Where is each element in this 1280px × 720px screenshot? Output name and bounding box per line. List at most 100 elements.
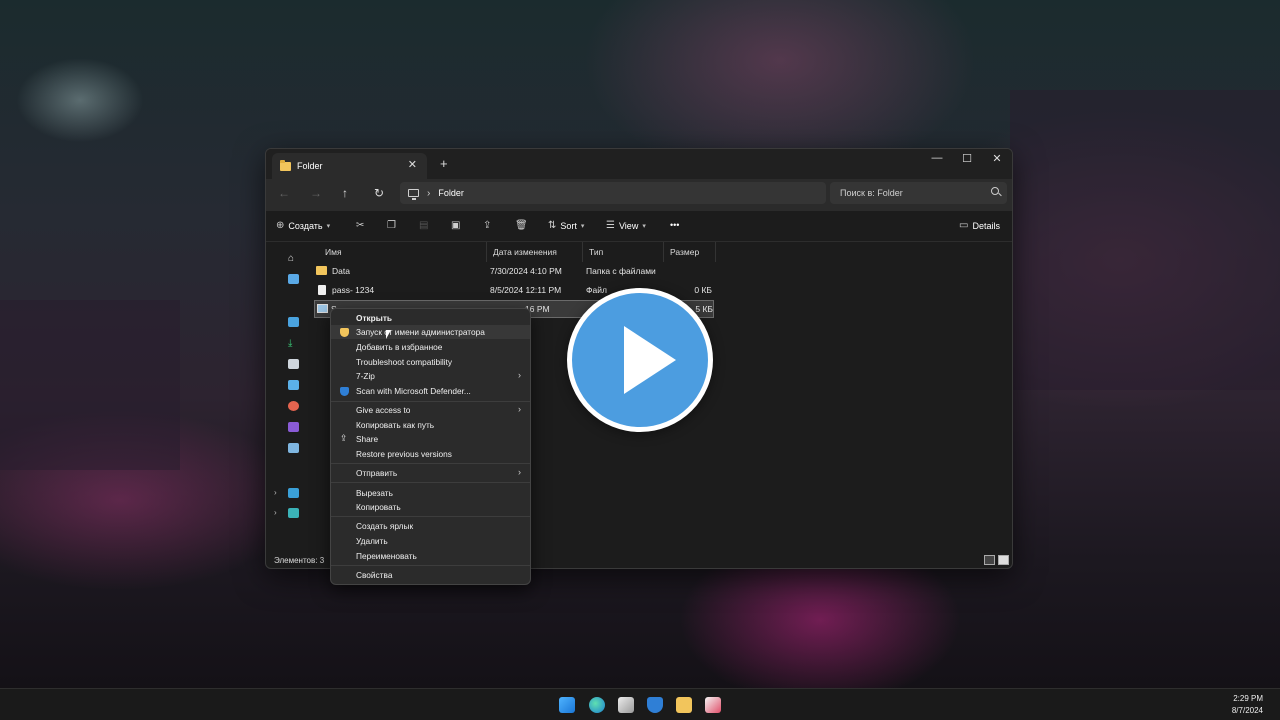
view-icon: ☰ <box>606 220 615 231</box>
tab-folder[interactable]: Folder ✕ <box>272 153 427 179</box>
menu-item-troubleshoot[interactable]: Troubleshoot compatibility <box>331 355 530 369</box>
title-bar: Folder ✕ + — ☐ ✕ <box>266 149 1012 179</box>
minimize-button[interactable]: — <box>922 152 952 164</box>
folder-icon <box>280 159 291 171</box>
navigation-bar: ← → ↑ ↻ › Folder Поиск в: Folder <box>266 179 1012 211</box>
file-size: 0 КБ <box>694 285 712 295</box>
back-button[interactable]: ← <box>278 186 290 200</box>
status-items-count: Элементов: 3 <box>274 556 325 565</box>
chevron-down-icon: ▾ <box>642 222 646 230</box>
menu-divider <box>331 463 530 464</box>
defender-icon[interactable] <box>647 697 663 713</box>
menu-item-copy-path[interactable]: Копировать как путь <box>331 418 530 432</box>
network-icon[interactable] <box>288 508 299 518</box>
rename-icon[interactable]: ▣ <box>451 220 460 231</box>
clock-date: 8/7/2024 <box>1231 706 1263 715</box>
mouse-cursor-icon <box>386 330 391 339</box>
edge-icon[interactable] <box>589 697 605 713</box>
menu-item-add-favorites[interactable]: Добавить в избранное <box>331 340 530 354</box>
tab-title: Folder <box>297 161 323 171</box>
copy-icon[interactable]: ❐ <box>387 220 396 231</box>
menu-divider <box>331 565 530 566</box>
tiles-view-toggle[interactable] <box>998 555 1009 565</box>
documents-icon[interactable] <box>288 359 299 369</box>
menu-item-delete[interactable]: Удалить <box>331 534 530 548</box>
share-icon[interactable]: ⇪ <box>483 220 491 231</box>
chevron-down-icon: ▾ <box>580 222 585 230</box>
shield-icon <box>340 328 349 337</box>
menu-item-scan-defender[interactable]: Scan with Microsoft Defender... <box>331 384 530 398</box>
command-bar: ⊕ Создать ▾ ✂ ❐ ▤ ▣ ⇪ 🗑 ⇅ Sort ▾ ☰ View … <box>266 211 1012 242</box>
videos-icon[interactable] <box>288 422 299 432</box>
forward-button[interactable]: → <box>310 186 322 200</box>
music-icon[interactable] <box>288 401 299 411</box>
menu-item-share[interactable]: ⇪ Share <box>331 432 530 446</box>
up-button[interactable]: ↑ <box>342 186 348 200</box>
gallery-icon[interactable] <box>288 274 299 284</box>
view-button[interactable]: ☰ View ▾ <box>606 220 646 231</box>
menu-item-restore-versions[interactable]: Restore previous versions <box>331 447 530 461</box>
delete-icon[interactable]: 🗑 <box>515 220 528 231</box>
desktop-icon[interactable] <box>288 317 299 327</box>
downloads-icon[interactable]: ⤓ <box>288 338 299 349</box>
breadcrumb-folder[interactable]: Folder <box>438 188 464 198</box>
menu-item-label: Troubleshoot compatibility <box>356 357 453 367</box>
windows-start-icon[interactable] <box>559 697 575 713</box>
menu-item-give-access[interactable]: Give access to › <box>331 403 530 417</box>
chevron-right-icon[interactable]: › <box>274 488 277 497</box>
address-bar[interactable]: › Folder <box>400 182 826 204</box>
close-button[interactable]: ✕ <box>982 152 1012 165</box>
tab-close-icon[interactable]: ✕ <box>408 158 417 171</box>
file-date: 7/30/2024 4:10 PM <box>490 266 562 276</box>
menu-item-label: Удалить <box>356 536 388 546</box>
paste-icon[interactable]: ▤ <box>419 220 428 231</box>
drive-icon[interactable] <box>288 443 299 453</box>
store-icon[interactable] <box>618 697 634 713</box>
menu-item-properties[interactable]: Свойства <box>331 568 530 582</box>
system-clock[interactable]: 2:29 PM 8/7/2024 <box>1232 693 1263 717</box>
chevron-right-icon[interactable]: › <box>274 508 277 517</box>
menu-item-run-as-admin[interactable]: Запуск от имени администратора <box>331 325 530 339</box>
this-pc-icon[interactable] <box>288 488 299 498</box>
menu-item-create-shortcut[interactable]: Создать ярлык <box>331 519 530 533</box>
chevron-right-icon: › <box>518 370 521 380</box>
chevron-down-icon: ▾ <box>326 222 331 230</box>
more-options-button[interactable]: ••• <box>670 220 679 230</box>
context-menu: Открыть Запуск от имени администратора Д… <box>330 308 531 585</box>
column-header-type[interactable]: Тип <box>583 242 664 262</box>
column-header-date[interactable]: Дата изменения <box>487 242 583 262</box>
table-row[interactable]: Data 7/30/2024 4:10 PM Папка с файлами <box>314 262 714 280</box>
menu-item-copy[interactable]: Копировать <box>331 500 530 514</box>
menu-item-label: Копировать <box>356 502 401 512</box>
folder-icon <box>316 266 327 275</box>
new-tab-button[interactable]: + <box>440 156 448 171</box>
column-header-size[interactable]: Размер <box>664 242 716 262</box>
menu-item-label: Вырезать <box>356 488 393 498</box>
pictures-icon[interactable] <box>288 380 299 390</box>
file-explorer-icon[interactable] <box>676 697 692 713</box>
details-button[interactable]: ▭ Details <box>959 220 1000 231</box>
create-button[interactable]: ⊕ Создать ▾ <box>276 220 330 231</box>
menu-item-send-to[interactable]: Отправить › <box>331 466 530 480</box>
clock-time: 2:29 PM <box>1233 694 1263 703</box>
sort-button[interactable]: ⇅ Sort ▾ <box>548 220 584 231</box>
menu-item-rename[interactable]: Переименовать <box>331 549 530 563</box>
exe-icon <box>317 304 328 313</box>
maximize-button[interactable]: ☐ <box>952 152 982 165</box>
chevron-right-icon: › <box>518 467 521 477</box>
sort-icon: ⇅ <box>548 220 557 231</box>
search-input[interactable]: Поиск в: Folder <box>830 182 1007 204</box>
details-view-toggle[interactable] <box>984 555 995 565</box>
menu-item-cut[interactable]: Вырезать <box>331 486 530 500</box>
home-icon[interactable]: ⌂ <box>288 253 299 264</box>
cut-icon[interactable]: ✂ <box>356 220 364 231</box>
menu-item-7zip[interactable]: 7-Zip › <box>331 369 530 383</box>
navigation-pane: ⌂ ⤓ › › <box>266 242 306 552</box>
column-header-name[interactable]: Имя <box>319 242 487 262</box>
menu-divider <box>331 482 530 483</box>
menu-item-label: Открыть <box>356 313 392 323</box>
refresh-button[interactable]: ↻ <box>374 186 384 200</box>
snipping-tool-icon[interactable] <box>705 697 721 713</box>
video-play-button[interactable] <box>567 288 713 432</box>
menu-item-open[interactable]: Открыть <box>331 311 530 325</box>
